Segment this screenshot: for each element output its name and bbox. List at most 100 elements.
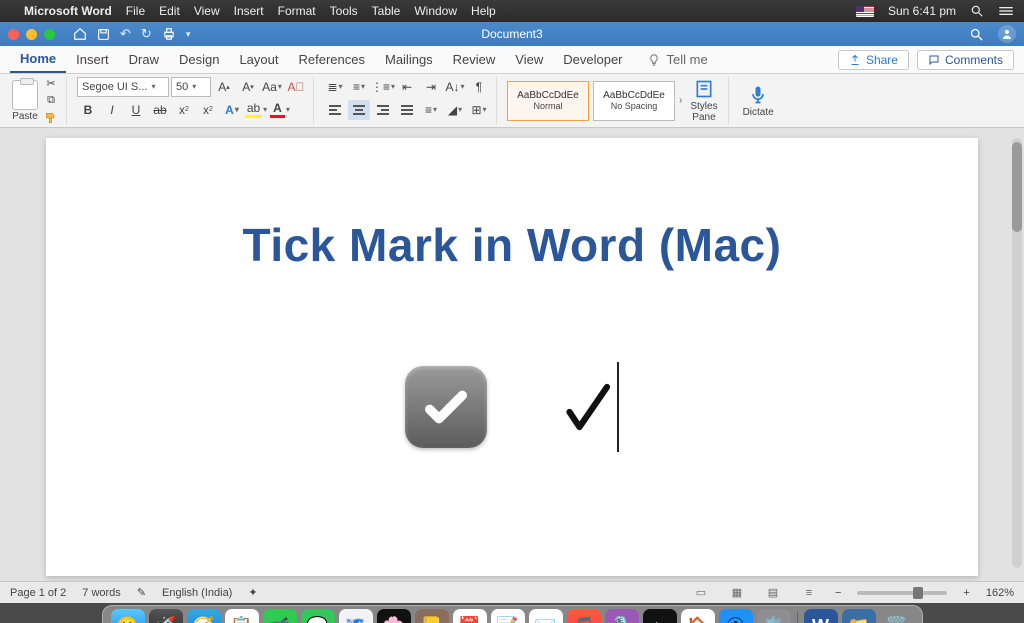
- dock-mail-icon[interactable]: ✉️: [529, 609, 563, 623]
- cut-icon[interactable]: ✂: [42, 77, 60, 91]
- dock-reminders-icon[interactable]: 📝: [491, 609, 525, 623]
- document-page[interactable]: Tick Mark in Word (Mac): [46, 138, 978, 576]
- line-spacing-icon[interactable]: ≡: [420, 100, 442, 120]
- dock-facetime-icon[interactable]: 📹: [263, 609, 297, 623]
- dock-music-icon[interactable]: 🎵: [567, 609, 601, 623]
- decrease-indent-icon[interactable]: ⇤: [396, 77, 418, 97]
- increase-indent-icon[interactable]: ⇥: [420, 77, 442, 97]
- tab-design[interactable]: Design: [169, 46, 229, 73]
- dock-messages-icon[interactable]: 💬: [301, 609, 335, 623]
- menu-table[interactable]: Table: [372, 4, 401, 18]
- dock-podcasts-icon[interactable]: 🎙️: [605, 609, 639, 623]
- menu-view[interactable]: View: [194, 4, 220, 18]
- tab-layout[interactable]: Layout: [229, 46, 288, 73]
- window-maximize-button[interactable]: [44, 29, 55, 40]
- window-minimize-button[interactable]: [26, 29, 37, 40]
- status-page[interactable]: Page 1 of 2: [10, 587, 66, 599]
- view-focus-icon[interactable]: ▭: [691, 585, 711, 601]
- zoom-slider-knob[interactable]: [913, 587, 923, 599]
- font-name-select[interactable]: Segoe UI S...: [77, 77, 169, 97]
- underline-button[interactable]: U: [125, 100, 147, 120]
- change-case-icon[interactable]: Aa: [261, 77, 283, 97]
- qat-print-icon[interactable]: [162, 27, 176, 41]
- italic-button[interactable]: I: [101, 100, 123, 120]
- status-word-count[interactable]: 7 words: [82, 587, 121, 599]
- dock-maps-icon[interactable]: 🗺️: [339, 609, 373, 623]
- menu-edit[interactable]: Edit: [159, 4, 180, 18]
- align-center-icon[interactable]: [348, 100, 370, 120]
- dock-launchpad-icon[interactable]: 🚀: [149, 609, 183, 623]
- scrollbar-thumb[interactable]: [1012, 142, 1022, 232]
- font-size-select[interactable]: 50: [171, 77, 211, 97]
- qat-dropdown-icon[interactable]: ▾: [186, 29, 191, 40]
- paste-button[interactable]: [12, 80, 38, 110]
- account-avatar-icon[interactable]: [998, 25, 1016, 43]
- tab-draw[interactable]: Draw: [119, 46, 169, 73]
- align-left-icon[interactable]: [324, 100, 346, 120]
- dock-notes-icon[interactable]: 📋: [225, 609, 259, 623]
- menu-file[interactable]: File: [126, 4, 145, 18]
- grow-font-icon[interactable]: A▴: [213, 77, 235, 97]
- view-print-layout-icon[interactable]: ▦: [727, 585, 747, 601]
- bullets-icon[interactable]: ≣: [324, 77, 346, 97]
- numbering-icon[interactable]: ≡: [348, 77, 370, 97]
- share-button[interactable]: Share: [838, 50, 909, 70]
- tell-me-search[interactable]: Tell me: [637, 46, 718, 73]
- spotlight-icon[interactable]: [970, 4, 984, 18]
- dock-tv-icon[interactable]: tv: [643, 609, 677, 623]
- dock-downloads-icon[interactable]: 📁: [842, 609, 876, 623]
- status-spellcheck-icon[interactable]: ✎: [137, 586, 146, 599]
- styles-pane-button[interactable]: Styles Pane: [686, 78, 721, 123]
- style-normal[interactable]: AaBbCcDdEe Normal: [507, 81, 589, 121]
- menubar-clock[interactable]: Sun 6:41 pm: [888, 4, 956, 18]
- style-no-spacing[interactable]: AaBbCcDdEe No Spacing: [593, 81, 675, 121]
- sort-icon[interactable]: A↓: [444, 77, 466, 97]
- tab-view[interactable]: View: [505, 46, 553, 73]
- format-painter-icon[interactable]: [42, 111, 60, 125]
- tab-mailings[interactable]: Mailings: [375, 46, 443, 73]
- strikethrough-button[interactable]: ab: [149, 100, 171, 120]
- copy-icon[interactable]: ⧉: [42, 94, 60, 108]
- menu-tools[interactable]: Tools: [330, 4, 358, 18]
- shading-icon[interactable]: ◢: [444, 100, 466, 120]
- tab-references[interactable]: References: [289, 46, 375, 73]
- bold-button[interactable]: B: [77, 100, 99, 120]
- comments-button[interactable]: Comments: [917, 50, 1014, 70]
- multilevel-list-icon[interactable]: ⋮≡: [372, 77, 394, 97]
- dock-trash-icon[interactable]: 🗑️: [880, 609, 914, 623]
- vertical-scrollbar[interactable]: [1012, 138, 1022, 568]
- window-close-button[interactable]: [8, 29, 19, 40]
- menu-help[interactable]: Help: [471, 4, 496, 18]
- dictate-button[interactable]: Dictate: [739, 84, 778, 118]
- zoom-in-button[interactable]: +: [963, 587, 969, 599]
- show-marks-icon[interactable]: ¶: [468, 77, 490, 97]
- font-color-icon[interactable]: A: [269, 100, 291, 120]
- menu-insert[interactable]: Insert: [234, 4, 264, 18]
- menu-format[interactable]: Format: [278, 4, 316, 18]
- view-web-layout-icon[interactable]: ▤: [763, 585, 783, 601]
- justify-icon[interactable]: [396, 100, 418, 120]
- status-language[interactable]: English (India): [162, 587, 232, 599]
- dock-safari-icon[interactable]: 🧭: [187, 609, 221, 623]
- superscript-button[interactable]: x2: [197, 100, 219, 120]
- subscript-button[interactable]: x2: [173, 100, 195, 120]
- borders-icon[interactable]: ⊞: [468, 100, 490, 120]
- control-center-icon[interactable]: [998, 4, 1014, 18]
- dock-photos-icon[interactable]: 🌸: [377, 609, 411, 623]
- view-outline-icon[interactable]: ≡: [799, 585, 819, 601]
- shrink-font-icon[interactable]: A▾: [237, 77, 259, 97]
- dock-calendar-icon[interactable]: 📅: [453, 609, 487, 623]
- tab-review[interactable]: Review: [443, 46, 506, 73]
- tab-developer[interactable]: Developer: [553, 46, 632, 73]
- zoom-level[interactable]: 162%: [986, 587, 1014, 599]
- highlight-color-icon[interactable]: ab: [245, 100, 267, 120]
- qat-redo-icon[interactable]: ↻: [141, 26, 152, 42]
- align-right-icon[interactable]: [372, 100, 394, 120]
- dock-home-icon[interactable]: 🏠: [681, 609, 715, 623]
- menubar-app-name[interactable]: Microsoft Word: [24, 4, 112, 18]
- dock-settings-icon[interactable]: ⚙️: [757, 609, 791, 623]
- status-accessibility-icon[interactable]: ✦: [248, 586, 257, 599]
- titlebar-search-icon[interactable]: [969, 27, 984, 42]
- zoom-out-button[interactable]: −: [835, 587, 841, 599]
- zoom-slider[interactable]: [857, 591, 947, 595]
